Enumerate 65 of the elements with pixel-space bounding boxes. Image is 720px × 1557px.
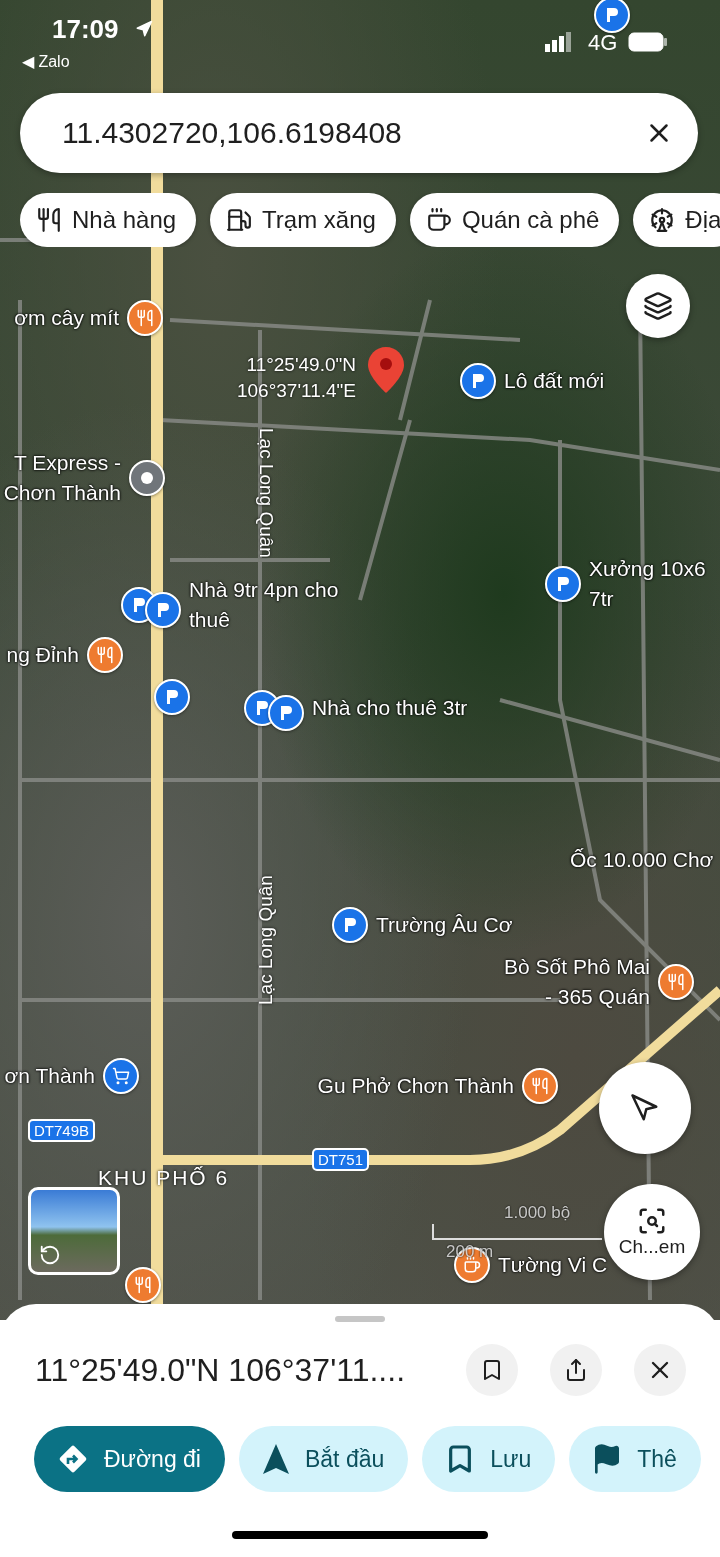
close-button[interactable]: [634, 1344, 686, 1396]
battery-icon: [628, 32, 668, 52]
navigation-arrow-icon: [260, 1442, 291, 1476]
camera-search-icon: [637, 1206, 667, 1236]
fork-knife-pin-icon[interactable]: [127, 300, 163, 336]
my-location-button[interactable]: [599, 1062, 691, 1154]
category-chip[interactable]: Quán cà phê: [409, 193, 620, 247]
place-label: Bò Sốt Phô Mai - 365 Quán: [504, 954, 650, 1010]
dot-pin-icon[interactable]: [129, 460, 165, 496]
action-button[interactable]: Bắt đầu: [238, 1426, 409, 1492]
street-label: Lạc Long Quân: [255, 428, 277, 558]
fork-knife-pin-icon[interactable]: [522, 1068, 558, 1104]
fork-knife-icon: [36, 207, 62, 233]
drag-handle[interactable]: [335, 1316, 385, 1322]
flag-pin-icon[interactable]: [545, 566, 581, 602]
category-chip[interactable]: Nhà hàng: [20, 193, 197, 247]
fork-knife-pin-icon[interactable]: [658, 964, 694, 1000]
place-label: Gu Phở Chơn Thành: [317, 1073, 514, 1099]
place-label: ng Đỉnh: [6, 642, 79, 668]
place-label: Lô đất mới: [504, 368, 605, 394]
road-number-label: DT749B: [28, 1119, 96, 1142]
place-label: Xưởng 10x6 7tr: [589, 556, 706, 612]
rotate-icon: [39, 1244, 61, 1266]
search-field[interactable]: 11.4302720,106.6198408: [20, 93, 698, 173]
fork-knife-pin-icon[interactable]: [125, 1267, 161, 1303]
photo-placeholder[interactable]: [28, 1187, 120, 1275]
fork-knife-pin-icon[interactable]: [87, 637, 123, 673]
place-label: ơn Thành: [4, 1063, 95, 1089]
fuel-pump-icon: [226, 207, 253, 233]
layers-icon: [643, 291, 673, 321]
place-label: T Express - Chơn Thành: [3, 450, 121, 506]
share-icon: [564, 1358, 588, 1382]
road-number-label: DT751: [312, 1148, 370, 1171]
coordinates-label: 11°25'49.0"N 106°37'11.4"E: [236, 353, 356, 403]
flag-pin-icon[interactable]: [268, 695, 304, 731]
clock: 17:09: [52, 14, 119, 45]
back-to-app-link[interactable]: ◀ Zalo: [22, 52, 70, 71]
place-label: ơm cây mít: [14, 305, 119, 331]
flag-pin-icon[interactable]: [594, 0, 630, 33]
dropped-pin-icon: [366, 345, 406, 395]
category-chip[interactable]: Trạm xăng: [210, 193, 396, 247]
flag-pin-icon[interactable]: [145, 592, 181, 628]
flag-pin-icon[interactable]: [332, 907, 368, 943]
network-type: 4G: [588, 30, 618, 56]
cart-pin-icon[interactable]: [103, 1058, 139, 1094]
layers-button[interactable]: [626, 274, 690, 338]
save-button[interactable]: [466, 1344, 518, 1396]
action-button[interactable]: Đường đi: [34, 1426, 225, 1492]
place-title: 11°25'49.0"N 106°37'11....: [35, 1351, 407, 1389]
place-label: Trường Âu Cơ: [376, 912, 513, 938]
flag-pin-icon[interactable]: [460, 363, 496, 399]
signal-bars-icon: [545, 32, 571, 52]
location-arrow-icon: [135, 20, 153, 38]
navigation-arrow-icon: [630, 1093, 660, 1123]
place-label: Nhà cho thuê 3tr: [312, 695, 468, 721]
place-label: Nhà 9tr 4pn cho thuê: [189, 577, 339, 633]
place-label: Ốc 10.000 Chơ: [570, 847, 714, 873]
flag-pin-icon[interactable]: [154, 679, 190, 715]
scale-label: 1.000 bộ: [504, 1203, 571, 1223]
ferris-wheel-icon: [649, 207, 676, 233]
street-label: Lạc Long Quân: [255, 875, 277, 1005]
action-button[interactable]: Lưu: [422, 1426, 556, 1492]
share-button[interactable]: [550, 1344, 602, 1396]
action-button[interactable]: Thê: [569, 1426, 701, 1492]
cup-icon: [425, 207, 452, 233]
